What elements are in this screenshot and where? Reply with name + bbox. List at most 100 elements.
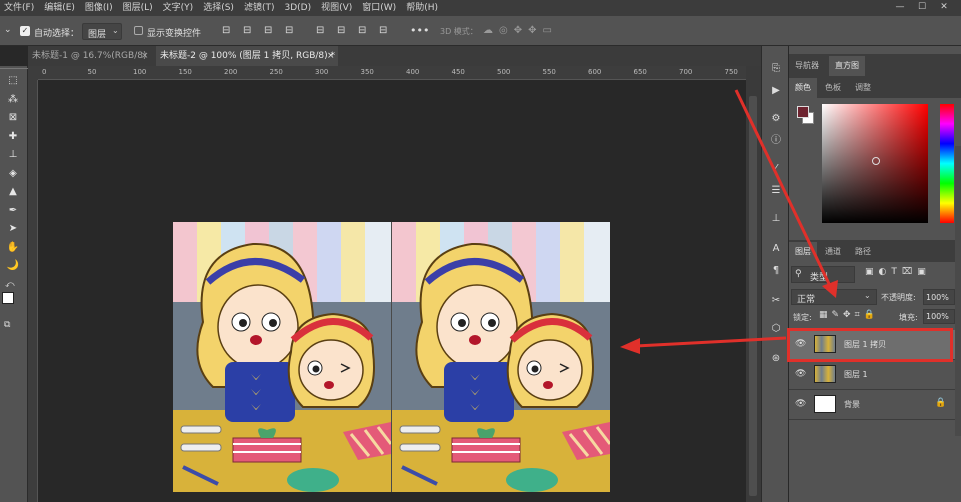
eraser-icon[interactable]: ◈ [4, 167, 22, 181]
opacity-label: 不透明度: [881, 293, 916, 302]
close-icon[interactable]: × [141, 46, 149, 66]
opacity-input[interactable]: 100% [923, 289, 955, 305]
close-button[interactable]: ✕ [933, 0, 955, 16]
show-transform-checkbox[interactable] [134, 26, 143, 35]
document-tabs: 未标题-1 @ 16.7%(RGB/8) × 未标题-2 @ 100% (图层 … [28, 46, 761, 66]
menu-item[interactable]: 3D(D) [280, 0, 317, 16]
tab-navigator[interactable]: 导航器 [789, 56, 825, 76]
auto-select-checkbox[interactable]: ✓ [20, 26, 30, 36]
menu-item[interactable]: 图层(L) [119, 0, 159, 16]
vertical-scrollbar[interactable] [746, 66, 761, 502]
path-select-icon[interactable]: ➤ [4, 222, 22, 236]
lock-icons[interactable]: ▦✎✥⌗🔒 [819, 310, 885, 322]
clone-stamp-icon[interactable]: ⊥ [4, 148, 22, 162]
highlight-box [787, 328, 953, 362]
tab-paths[interactable]: 路径 [849, 242, 877, 262]
tab-color[interactable]: 颜色 [789, 78, 817, 98]
pen-icon[interactable]: ✒ [4, 204, 22, 218]
tool-presets-icon[interactable]: ✂ [768, 294, 784, 308]
horizontal-ruler[interactable]: 0 50 100 150 200 250 300 350 400 450 500 550 600 650 7… [38, 66, 746, 80]
frame-icon[interactable]: ⊠ [4, 111, 22, 125]
3d-icon[interactable]: ⬡ [768, 322, 784, 336]
align-right-icon[interactable]: ⊟ [264, 25, 272, 36]
menu-item[interactable]: 帮助(H) [402, 0, 444, 16]
doc-tab-1[interactable]: 未标题-1 @ 16.7%(RGB/8) × [28, 46, 154, 66]
options-bar: ⌄ ✓ 自动选择： 图层 ⌄ 显示变换控件 ⊟ ⊟ ⊟ ⊟ ⊟ ⊟ ⊟ ⊟ ••• 3D 模式… [0, 16, 961, 46]
menu-item[interactable]: 文件(F) [0, 0, 40, 16]
menu-item[interactable]: 文字(Y) [159, 0, 200, 16]
zoom-icon[interactable]: 🌙 [4, 259, 22, 273]
vertical-ruler[interactable] [28, 80, 38, 502]
auto-select-label: 自动选择： [34, 29, 80, 39]
hue-slider[interactable] [940, 104, 954, 223]
tab-channels[interactable]: 通道 [819, 242, 847, 262]
eye-icon[interactable]: 👁 [795, 369, 807, 379]
auto-select-dropdown[interactable]: 图层 ⌄ [82, 23, 122, 40]
screen-mode-icon[interactable]: ⧉ [4, 320, 18, 330]
layer-name: 背景 [844, 400, 860, 409]
menu-item[interactable]: 窗口(W) [358, 0, 402, 16]
clone-source-icon[interactable]: ⊥ [768, 212, 784, 226]
eye-icon[interactable]: 👁 [795, 399, 807, 409]
menu-item[interactable]: 滤镜(T) [240, 0, 281, 16]
show-transform-label: 显示变换控件 [147, 29, 202, 39]
align-top-icon[interactable]: ⊟ [316, 25, 324, 36]
panel-scrollbar[interactable] [955, 146, 961, 436]
panel-icon-strip: ⎘ ▶ ⚙ ⓘ ⁄ ☰ ⊥ A ¶ ✂ ⬡ ⊛ [761, 46, 788, 502]
layer-filter-value: 类型 [810, 273, 829, 283]
align-center-icon[interactable]: ⊟ [243, 25, 251, 36]
scroll-thumb[interactable] [749, 96, 757, 496]
sliders-icon[interactable]: ☰ [768, 184, 784, 198]
align-bottom-icon[interactable]: ⊟ [358, 25, 366, 36]
fill-value: 100% [926, 312, 949, 321]
menu-item[interactable]: 图像(I) [81, 0, 119, 16]
marquee-icon[interactable]: ⬚ [4, 74, 22, 88]
distribute-vertical-icon[interactable]: ⊟ [379, 25, 387, 36]
history-icon[interactable]: ⎘ [768, 62, 784, 76]
align-left-icon[interactable]: ⊟ [222, 25, 230, 36]
maximize-button[interactable]: ☐ [911, 0, 933, 16]
ruler-corner [28, 66, 38, 80]
minimize-button[interactable]: — [889, 0, 911, 16]
layer-filter-icons[interactable]: ▣◐T⌧▣ [865, 267, 955, 281]
tab-histogram[interactable]: 直方图 [829, 56, 865, 76]
tab-swatches[interactable]: 色板 [819, 78, 847, 98]
menu-item[interactable]: 视图(V) [317, 0, 358, 16]
menu-item[interactable]: 编辑(E) [40, 0, 81, 16]
align-middle-icon[interactable]: ⊟ [337, 25, 345, 36]
layer-row-background[interactable]: 👁 背景 🔒 [789, 390, 955, 420]
close-icon[interactable]: × [327, 46, 335, 66]
layer-row-layer1[interactable]: 👁 图层 1 [789, 360, 955, 390]
healing-brush-icon[interactable]: ✚ [4, 130, 22, 144]
brush-settings-icon[interactable]: ⁄ [768, 162, 784, 176]
ruler-tick-label: 350 [360, 68, 374, 76]
adjustments-icon[interactable]: ⚙ [768, 112, 784, 126]
tab-layers[interactable]: 图层 [789, 242, 817, 262]
menu-item[interactable]: 选择(S) [199, 0, 240, 16]
more-options-icon[interactable]: ••• [410, 24, 429, 37]
menu-items: 文件(F) 编辑(E) 图像(I) 图层(L) 文字(Y) 选择(S) 滤镜(T) 3D(D)… [0, 0, 444, 16]
foreground-swatch[interactable] [2, 292, 14, 304]
paragraph-icon[interactable]: ¶ [768, 264, 784, 278]
canvas-area[interactable] [38, 80, 746, 502]
toolbar-grip [0, 68, 28, 71]
3d-mode-icons[interactable]: ☁◎✥✥▭ [483, 25, 583, 37]
foreground-color-swatch[interactable] [797, 106, 809, 118]
swap-colors-icon[interactable]: ⤺ [5, 280, 15, 290]
properties-icon[interactable]: ⊛ [768, 352, 784, 366]
distribute-icon[interactable]: ⊟ [285, 25, 293, 36]
doc-tab-2[interactable]: 未标题-2 @ 100% (图层 1 拷贝, RGB/8) * × [156, 46, 338, 66]
character-icon[interactable]: A [768, 242, 784, 256]
blur-icon[interactable]: ▲ [4, 185, 22, 199]
tab-adjustments[interactable]: 调整 [849, 78, 877, 98]
info-icon[interactable]: ⓘ [768, 134, 784, 148]
color-picker-cursor[interactable] [872, 157, 880, 165]
hand-icon[interactable]: ✋ [4, 241, 22, 255]
magic-wand-icon[interactable]: ⁂ [4, 93, 22, 107]
chevron-down-icon[interactable]: ⌄ [4, 25, 12, 35]
ruler-tick-label: 700 [679, 68, 693, 76]
layer-filter-dropdown[interactable]: ⚲ 类型 [791, 266, 855, 283]
play-action-icon[interactable]: ▶ [768, 84, 784, 98]
fill-input[interactable]: 100% [923, 309, 955, 324]
blend-mode-dropdown[interactable]: 正常 ⌄ [791, 289, 877, 305]
